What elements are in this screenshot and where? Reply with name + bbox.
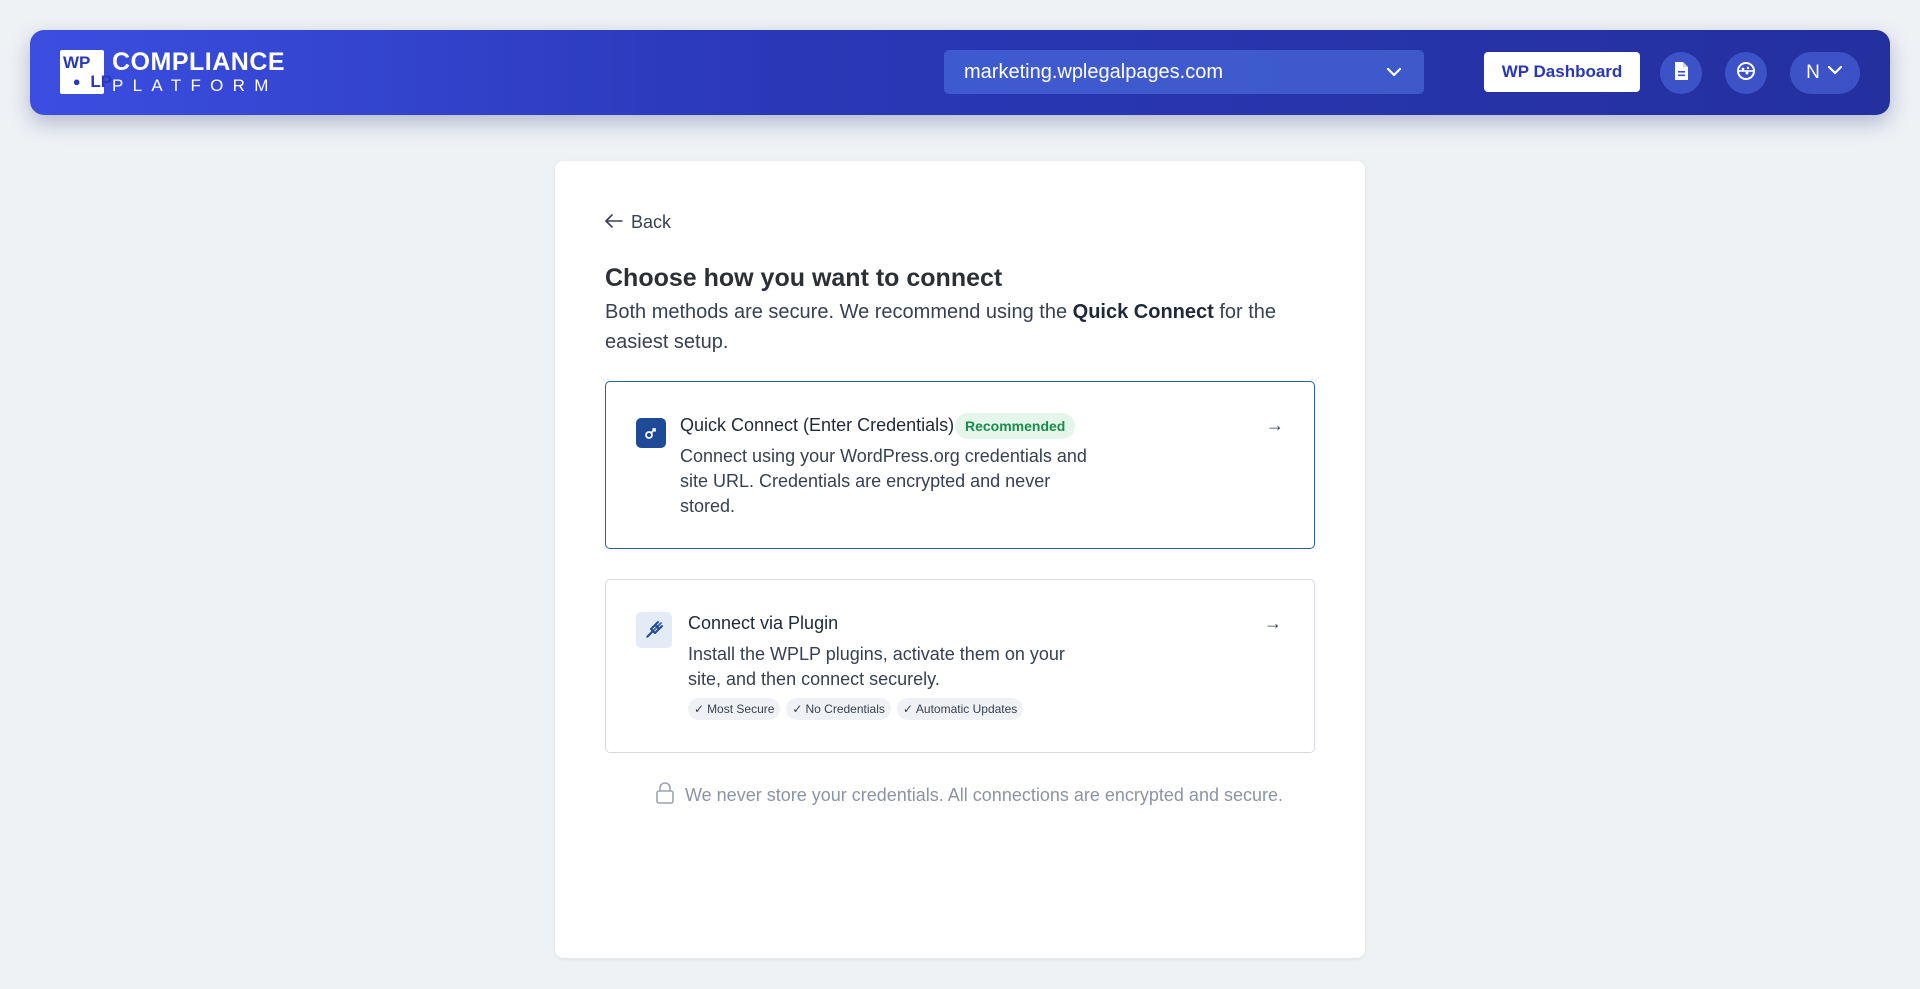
site-selector[interactable]: marketing.wplegalpages.com (944, 50, 1424, 94)
top-header: WP ● LP COMPLIANCE PLATFORM marketing.wp… (30, 30, 1890, 115)
lock-icon (655, 782, 675, 809)
check-icon: ✓ (792, 702, 803, 716)
plugin-connect-title: Connect via Plugin (688, 613, 839, 633)
feature-tag: ✓ Automatic Updates (896, 698, 1024, 720)
logo-mark-bottom: LP (90, 72, 113, 91)
plugin-feature-tags: ✓ Most Secure ✓ No Credentials ✓ Automatic … (688, 698, 1024, 720)
chevron-down-icon (1384, 62, 1404, 88)
plug-icon (636, 612, 672, 648)
wp-dashboard-button[interactable]: WP Dashboard (1484, 52, 1640, 92)
check-icon: ✓ (902, 702, 913, 716)
logo-mark: WP ● LP (60, 50, 112, 94)
logo-line-2: PLATFORM (112, 76, 278, 95)
user-initial: N (1806, 62, 1820, 83)
security-note: We never store your credentials. All con… (655, 782, 1283, 809)
quick-connect-option[interactable]: Quick Connect (Enter Credentials) Recomm… (605, 381, 1315, 549)
plugin-connect-option[interactable]: Connect via Plugin Install the WPLP plug… (605, 579, 1315, 753)
tag-label: Most Secure (707, 702, 775, 716)
chevron-down-icon (1826, 61, 1844, 85)
subtitle-bold: Quick Connect (1072, 301, 1214, 323)
plugin-connect-description: Install the WPLP plugins, activate them … (688, 644, 1065, 689)
arrow-right-icon: → (1264, 613, 1282, 633)
quick-connect-description: Connect using your WordPress.org credent… (680, 446, 1087, 516)
arrow-left-icon (605, 212, 623, 233)
logo[interactable]: WP ● LP COMPLIANCE PLATFORM (60, 50, 285, 94)
site-selector-value: marketing.wplegalpages.com (964, 60, 1224, 83)
page-subtitle: Both methods are secure. We recommend us… (605, 297, 1305, 357)
arrow-right-icon: → (1266, 415, 1284, 435)
logo-text: COMPLIANCE PLATFORM (112, 48, 286, 95)
back-link[interactable]: Back (605, 212, 671, 233)
feature-tag: ✓ No Credentials (786, 698, 891, 720)
connect-card: Back Choose how you want to connect Both… (555, 161, 1365, 958)
page-title: Choose how you want to connect (605, 264, 1003, 292)
tag-label: Automatic Updates (915, 702, 1018, 716)
cookie-icon (1735, 60, 1757, 87)
recommended-badge: Recommended (955, 413, 1076, 439)
logo-line-1: COMPLIANCE (112, 48, 286, 76)
security-note-text: We never store your credentials. All con… (685, 785, 1283, 805)
logo-mark-top: WP (63, 53, 91, 72)
key-icon (636, 418, 666, 448)
docs-button[interactable] (1660, 52, 1702, 94)
user-menu-button[interactable]: N (1790, 52, 1860, 94)
cookie-button[interactable] (1725, 52, 1767, 94)
back-label: Back (631, 212, 672, 232)
subtitle-text: Both methods are secure. We recommend us… (605, 301, 1073, 323)
feature-tag: ✓ Most Secure (688, 698, 781, 720)
tag-label: No Credentials (805, 702, 885, 716)
quick-connect-title: Quick Connect (Enter Credentials) (680, 415, 955, 435)
document-icon (1672, 61, 1690, 86)
check-icon: ✓ (694, 702, 705, 716)
